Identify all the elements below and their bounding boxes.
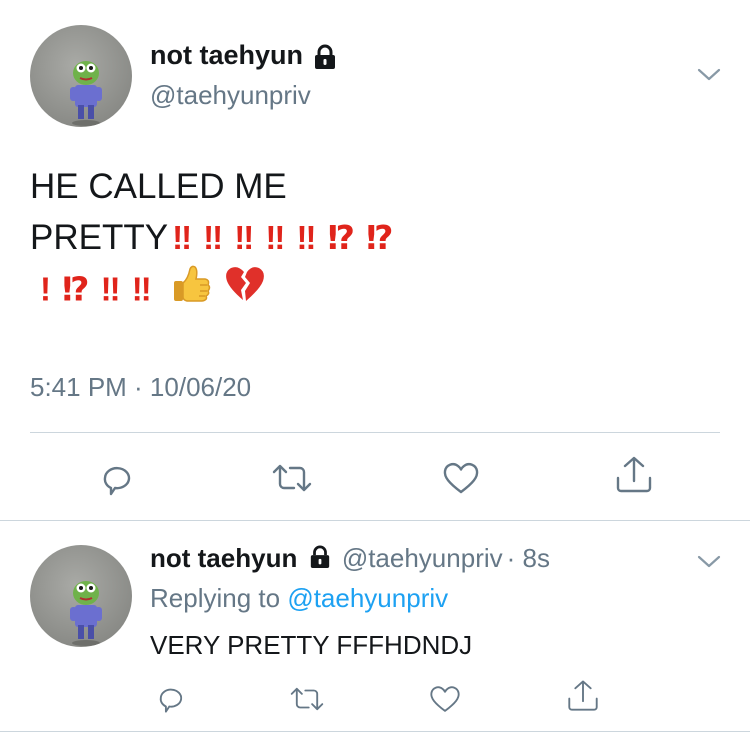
avatar[interactable] bbox=[30, 545, 132, 647]
share-button[interactable] bbox=[613, 454, 655, 496]
chevron-down-icon bbox=[697, 555, 721, 568]
tweet-text-line-1: HE CALLED ME bbox=[30, 167, 287, 206]
reply-icon bbox=[159, 688, 183, 713]
tweet-text: HE CALLED ME PRETTY ‼ ‼ ‼ ‼ ‼ ⁉ ⁉ ! ⁉ ‼ ‼ bbox=[30, 161, 720, 319]
replying-to-link[interactable]: @taehyunpriv bbox=[287, 583, 448, 613]
reply-header: not taehyun @taehyunpriv · 8s bbox=[150, 543, 550, 577]
author-handle[interactable]: @taehyunpriv bbox=[342, 543, 503, 573]
divider bbox=[0, 731, 750, 732]
broken-heart-icon bbox=[224, 264, 266, 318]
tweet-menu-button[interactable] bbox=[694, 64, 724, 86]
author-name-row: not taehyun bbox=[150, 40, 337, 74]
replying-to-label: Replying to bbox=[150, 583, 281, 613]
author-handle[interactable]: @taehyunpriv bbox=[150, 80, 311, 111]
reply-button[interactable] bbox=[154, 681, 188, 715]
reply-button[interactable] bbox=[97, 458, 137, 498]
main-tweet: not taehyun @taehyunpriv HE CALLED ME PR… bbox=[0, 0, 750, 520]
tweet-menu-button[interactable] bbox=[694, 551, 724, 573]
reply-icon bbox=[103, 466, 131, 496]
chevron-down-icon bbox=[697, 68, 721, 81]
thumbs-up-icon bbox=[170, 263, 212, 319]
share-button[interactable] bbox=[565, 678, 601, 714]
like-button[interactable] bbox=[441, 458, 481, 498]
retweet-icon bbox=[290, 687, 324, 711]
retweet-icon bbox=[272, 464, 312, 492]
tweet-text-line-2: PRETTY ‼ ‼ ‼ ‼ ‼ ⁉ ⁉ bbox=[30, 212, 720, 263]
exclamation-marks: ! ⁉ ‼ ‼ bbox=[40, 270, 153, 308]
lock-icon bbox=[309, 545, 331, 576]
divider bbox=[30, 432, 720, 433]
lock-icon bbox=[313, 44, 337, 75]
retweet-button[interactable] bbox=[288, 682, 326, 716]
avatar[interactable] bbox=[30, 25, 132, 127]
share-icon bbox=[616, 456, 652, 493]
heart-icon bbox=[443, 463, 479, 494]
like-button[interactable] bbox=[428, 682, 462, 716]
share-icon bbox=[568, 680, 598, 711]
exclamation-marks: ‼ ‼ ‼ ‼ ‼ ⁉ ⁉ bbox=[172, 219, 395, 256]
reply-text: VERY PRETTY FFFHDNDJ bbox=[150, 630, 473, 660]
replying-to-line: Replying to @taehyunpriv bbox=[150, 583, 448, 614]
tweet-text-word: PRETTY bbox=[30, 218, 169, 257]
reply-tweet: not taehyun @taehyunpriv · 8s Replying to… bbox=[0, 521, 750, 733]
heart-icon bbox=[430, 686, 460, 712]
tweet-text-line-3: ! ⁉ ‼ ‼ bbox=[30, 263, 720, 319]
tweet-timestamp[interactable]: 5:41 PM · 10/06/20 bbox=[30, 372, 251, 403]
avatar-image bbox=[70, 61, 102, 126]
display-name[interactable]: not taehyun bbox=[150, 543, 297, 573]
display-name[interactable]: not taehyun bbox=[150, 40, 303, 70]
retweet-button[interactable] bbox=[270, 458, 314, 498]
avatar-image bbox=[70, 581, 102, 646]
tweet-time-ago[interactable]: · 8s bbox=[507, 543, 550, 573]
